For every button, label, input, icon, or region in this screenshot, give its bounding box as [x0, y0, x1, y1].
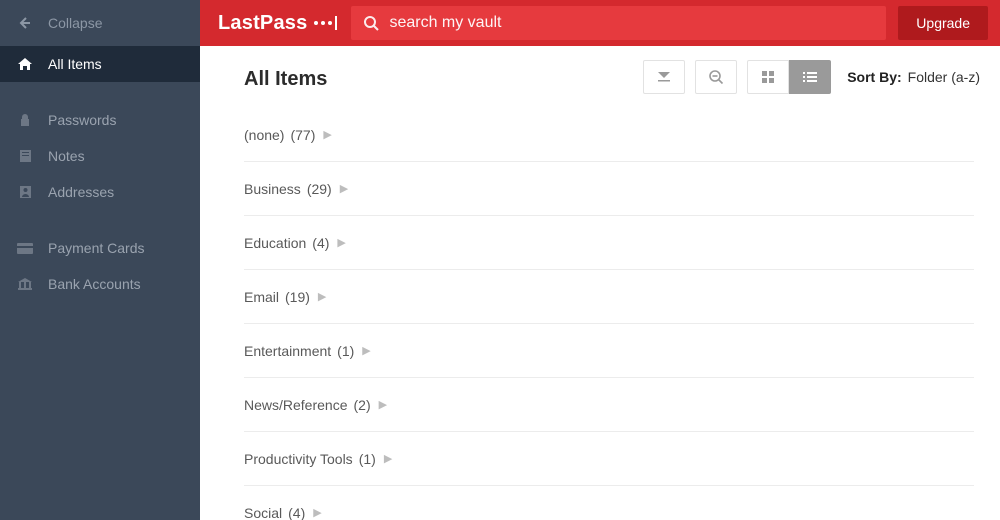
chevron-right-icon: ▶ — [362, 344, 370, 357]
brand-text: LastPass — [218, 12, 307, 35]
note-icon — [16, 149, 34, 163]
search-input[interactable] — [389, 14, 874, 32]
sidebar: Collapse All Items Passwords Notes Addre… — [0, 0, 200, 520]
collapse-label: Collapse — [48, 15, 102, 31]
folder-count: (2) — [354, 397, 371, 413]
sidebar-item-all-items[interactable]: All Items — [0, 46, 200, 82]
folder-name: Entertainment — [244, 343, 331, 359]
zoom-out-button[interactable] — [695, 60, 737, 94]
sidebar-item-addresses[interactable]: Addresses — [0, 174, 200, 210]
brand-logo: LastPass — [218, 12, 337, 35]
search-icon — [363, 15, 379, 31]
sort-by-label: Sort By: — [847, 69, 901, 85]
chevron-right-icon: ▶ — [379, 398, 387, 411]
folder-row[interactable]: Email (19) ▶ — [244, 270, 974, 324]
sidebar-item-label: Payment Cards — [48, 240, 144, 256]
folder-name: (none) — [244, 127, 284, 143]
filter-icon — [656, 70, 672, 84]
folder-count: (1) — [359, 451, 376, 467]
lock-icon — [16, 113, 34, 127]
sidebar-item-label: All Items — [48, 56, 102, 72]
folder-name: Social — [244, 505, 282, 520]
folder-row[interactable]: Education (4) ▶ — [244, 216, 974, 270]
folder-list: (none)(77)▶Business(29)▶Education(4)▶Ema… — [200, 108, 1000, 520]
toolbar: All Items Sort By: Folder (a-z) — [200, 46, 1000, 108]
view-toggle-group — [747, 60, 831, 94]
sidebar-item-payment-cards[interactable]: Payment Cards — [0, 230, 200, 266]
list-icon — [802, 70, 818, 84]
topbar: LastPass Upgrade — [200, 0, 1000, 46]
chevron-right-icon: ▶ — [340, 182, 348, 195]
sort-by-value[interactable]: Folder (a-z) — [908, 69, 980, 85]
folder-row[interactable]: Social (4) ▶ — [244, 486, 974, 520]
folder-row[interactable]: Business (29) ▶ — [244, 162, 974, 216]
folder-name: Business — [244, 181, 301, 197]
folder-name: Productivity Tools — [244, 451, 353, 467]
address-icon — [16, 185, 34, 199]
brand-dots-icon — [311, 16, 337, 30]
arrow-left-icon — [16, 17, 34, 29]
folder-row[interactable]: News/Reference (2) ▶ — [244, 378, 974, 432]
content-area: (none)(77)▶Business(29)▶Education(4)▶Ema… — [200, 108, 1000, 520]
bank-icon — [16, 277, 34, 291]
folder-row[interactable]: (none) (77) ▶ — [244, 108, 974, 162]
folder-count: (19) — [285, 289, 310, 305]
folder-name: Education — [244, 235, 306, 251]
sidebar-item-label: Passwords — [48, 112, 116, 128]
folder-row[interactable]: Entertainment (1) ▶ — [244, 324, 974, 378]
folder-name: Email — [244, 289, 279, 305]
zoom-out-icon — [708, 69, 724, 85]
chevron-right-icon: ▶ — [323, 128, 331, 141]
sidebar-item-bank-accounts[interactable]: Bank Accounts — [0, 266, 200, 302]
sidebar-item-label: Bank Accounts — [48, 276, 141, 292]
sidebar-item-label: Notes — [48, 148, 85, 164]
chevron-right-icon: ▶ — [384, 452, 392, 465]
upgrade-label: Upgrade — [916, 15, 970, 31]
folder-count: (77) — [290, 127, 315, 143]
filter-button[interactable] — [643, 60, 685, 94]
list-view-button[interactable] — [789, 60, 831, 94]
chevron-right-icon: ▶ — [318, 290, 326, 303]
grid-icon — [761, 70, 775, 84]
collapse-button[interactable]: Collapse — [0, 0, 200, 46]
folder-count: (4) — [312, 235, 329, 251]
folder-count: (1) — [337, 343, 354, 359]
sidebar-item-passwords[interactable]: Passwords — [0, 102, 200, 138]
folder-count: (29) — [307, 181, 332, 197]
sidebar-item-notes[interactable]: Notes — [0, 138, 200, 174]
upgrade-button[interactable]: Upgrade — [898, 6, 988, 40]
folder-count: (4) — [288, 505, 305, 520]
search-field[interactable] — [351, 6, 886, 40]
chevron-right-icon: ▶ — [337, 236, 345, 249]
grid-view-button[interactable] — [747, 60, 789, 94]
page-title: All Items — [244, 68, 327, 91]
folder-name: News/Reference — [244, 397, 348, 413]
chevron-right-icon: ▶ — [313, 506, 321, 519]
sidebar-item-label: Addresses — [48, 184, 114, 200]
card-icon — [16, 243, 34, 254]
main: LastPass Upgrade All Items — [200, 0, 1000, 520]
home-icon — [16, 57, 34, 71]
folder-row[interactable]: Productivity Tools (1) ▶ — [244, 432, 974, 486]
